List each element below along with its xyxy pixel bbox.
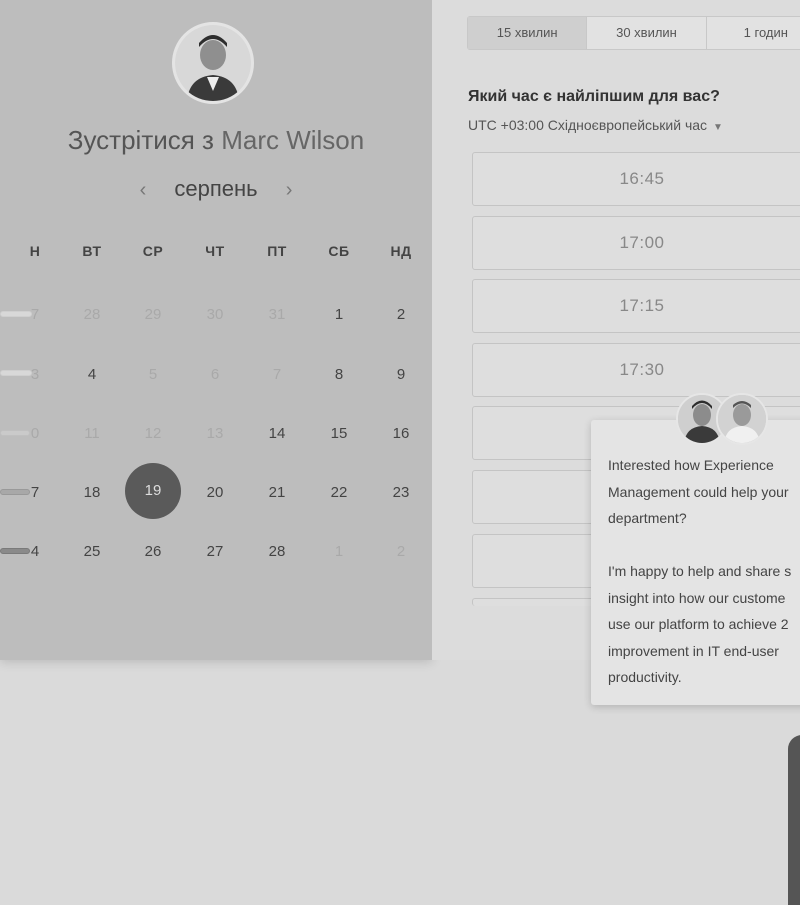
weekday-mon: Н (29, 243, 41, 259)
meeting-title: Зустрітися з Marc Wilson (0, 125, 432, 156)
time-slot-button[interactable]: 17:30 (472, 343, 800, 397)
calendar-day[interactable]: 23 (376, 484, 426, 501)
month-label: серпень (174, 176, 258, 201)
weekday-wed: СР (142, 243, 164, 259)
calendar-day[interactable]: 4 (10, 543, 60, 560)
calendar-day: 0 (30, 425, 40, 442)
calendar-day: 7 (272, 366, 282, 383)
calendar-day[interactable]: 25 (67, 543, 117, 560)
weekday-sun: НД (390, 243, 412, 259)
meeting-title-prefix: Зустрітися з (67, 125, 214, 155)
caret-down-icon: ▼ (713, 122, 723, 133)
calendar-day: 13 (206, 425, 224, 442)
chat-launcher-tab[interactable] (788, 735, 800, 905)
chat-message: Interested how Experience Management cou… (608, 457, 792, 685)
duration-tabs: 15 хвилин 30 хвилин 1 годин (467, 16, 800, 50)
duration-tab-30[interactable]: 30 хвилин (587, 17, 707, 49)
calendar-day[interactable]: 28 (252, 543, 302, 560)
calendar-panel: Зустрітися з Marc Wilson ‹ серпень › Н В… (0, 0, 432, 660)
host-avatar (172, 22, 254, 104)
weekday-tue: ВТ (82, 243, 102, 259)
chat-agent-avatar (716, 393, 768, 445)
calendar-day[interactable]: 16 (376, 425, 426, 442)
calendar-day[interactable]: 20 (190, 484, 240, 501)
calendar-day[interactable]: 1 (314, 306, 364, 323)
time-question-heading: Який час є найліпшим для вас? (468, 88, 720, 105)
calendar-day[interactable]: 14 (252, 425, 302, 442)
calendar-day: 12 (144, 425, 162, 442)
calendar-day[interactable]: 8 (314, 366, 364, 383)
calendar-day: 11 (84, 425, 100, 442)
timezone-label: UTC +03:00 Східноєвропейський час (468, 117, 708, 133)
prev-month-button[interactable]: ‹ (140, 179, 147, 201)
calendar-day: 28 (83, 306, 101, 323)
selected-calendar-day[interactable]: 19 (125, 463, 181, 519)
calendar-day: 3 (30, 366, 40, 383)
calendar-day[interactable]: 26 (128, 543, 178, 560)
calendar-day: 1 (334, 543, 344, 560)
calendar-day[interactable]: 7 (10, 484, 60, 501)
calendar-day[interactable]: 22 (314, 484, 364, 501)
calendar-day: 2 (396, 543, 406, 560)
calendar-day[interactable]: 9 (376, 366, 426, 383)
next-month-button[interactable]: › (286, 179, 293, 201)
weekday-thu: ЧТ (205, 243, 225, 259)
weekday-fri: ПТ (267, 243, 287, 259)
calendar-day[interactable]: 4 (67, 366, 117, 383)
calendar-day[interactable]: 18 (67, 484, 117, 501)
duration-tab-15[interactable]: 15 хвилин (468, 17, 588, 49)
host-name: Marc Wilson (221, 125, 365, 155)
month-navigator: ‹ серпень › (0, 176, 432, 202)
time-slot-button[interactable]: 17:15 (472, 279, 800, 333)
time-slot-button[interactable]: 17:00 (472, 216, 800, 270)
calendar-day[interactable]: 15 (314, 425, 364, 442)
calendar-day: 29 (144, 306, 162, 323)
calendar-day[interactable]: 2 (376, 306, 426, 323)
calendar-day: 6 (210, 366, 220, 383)
calendar-day: 31 (268, 306, 286, 323)
calendar-day[interactable]: 27 (190, 543, 240, 560)
calendar-day: 7 (30, 306, 40, 323)
duration-tab-60[interactable]: 1 годин (707, 17, 800, 49)
calendar-day: 30 (206, 306, 224, 323)
calendar-day: 5 (148, 366, 158, 383)
weekday-sat: СБ (328, 243, 350, 259)
calendar-day[interactable]: 21 (252, 484, 302, 501)
time-slot-button[interactable]: 16:45 (472, 152, 800, 206)
timezone-selector[interactable]: UTC +03:00 Східноєвропейський час ▼ (468, 117, 723, 133)
